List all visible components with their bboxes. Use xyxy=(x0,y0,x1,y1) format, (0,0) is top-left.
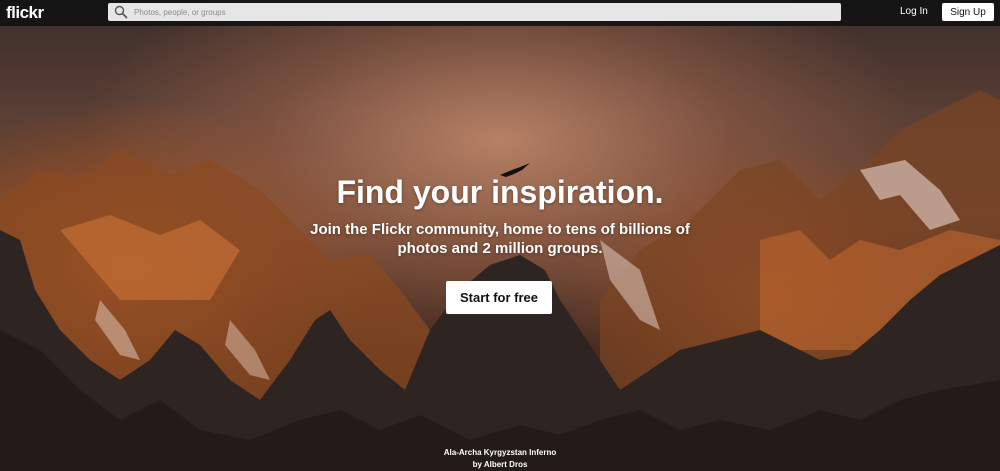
landing-page: flickr Log In Sign Up Find your inspirat… xyxy=(0,0,1000,471)
photo-credit-title[interactable]: Ala-Archa Kyrgyzstan Inferno xyxy=(0,447,1000,459)
login-link[interactable]: Log In xyxy=(900,6,928,17)
flickr-logo[interactable]: flickr xyxy=(6,3,44,23)
start-for-free-button[interactable]: Start for free xyxy=(446,281,552,314)
photo-credit-author[interactable]: by Albert Dros xyxy=(0,459,1000,471)
photo-credit: Ala-Archa Kyrgyzstan Inferno by Albert D… xyxy=(0,447,1000,471)
search-icon[interactable] xyxy=(114,5,128,19)
search-bar[interactable] xyxy=(108,3,841,21)
hero-headline: Find your inspiration. xyxy=(336,174,664,210)
hero-subheading: Join the Flickr community, home to tens … xyxy=(310,221,690,257)
search-input[interactable] xyxy=(134,3,834,21)
top-navigation-bar: flickr Log In Sign Up xyxy=(0,0,1000,26)
sign-up-button[interactable]: Sign Up xyxy=(942,3,994,21)
